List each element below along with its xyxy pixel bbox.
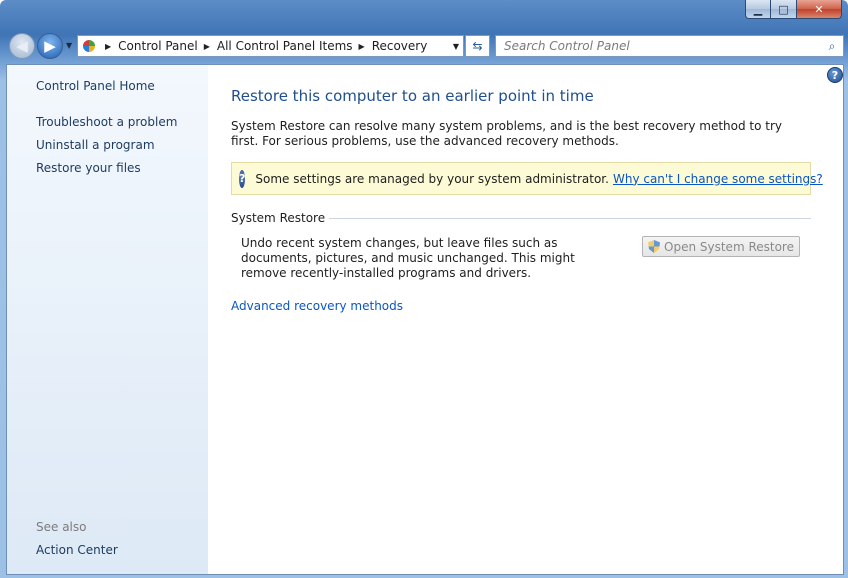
caption-buttons: ▁ □ ✕ xyxy=(745,0,842,19)
page-title: Restore this computer to an earlier poin… xyxy=(231,87,594,105)
arrow-left-icon: ◀ xyxy=(16,37,28,55)
section-header: System Restore xyxy=(231,211,811,225)
minimize-button[interactable]: ▁ xyxy=(745,0,771,19)
shield-icon xyxy=(648,240,661,253)
sidebar-item-restore-files[interactable]: Restore your files xyxy=(36,161,141,175)
info-icon: ? xyxy=(239,169,246,188)
breadcrumb-recovery[interactable]: Recovery xyxy=(372,39,428,53)
search-icon[interactable]: ⌕ xyxy=(821,39,843,54)
open-system-restore-button[interactable]: Open System Restore xyxy=(642,236,800,257)
navigation-bar: ◀ ▶ ▼ ▶ Control Panel ▶ All Control Pane… xyxy=(0,30,848,62)
window: ▁ □ ✕ ◀ ▶ ▼ ▶ Control Panel ▶ All Contro… xyxy=(0,0,848,578)
sidebar-item-troubleshoot[interactable]: Troubleshoot a problem xyxy=(36,115,177,129)
search-box: ⌕ xyxy=(495,35,844,57)
refresh-button[interactable]: ⇆ xyxy=(465,35,490,57)
refresh-icon: ⇆ xyxy=(472,39,483,53)
recent-pages-dropdown[interactable]: ▼ xyxy=(66,41,72,50)
content-frame: Control Panel Home Troubleshoot a proble… xyxy=(6,64,844,575)
breadcrumb-separator[interactable]: ▶ xyxy=(105,42,111,51)
breadcrumb-control-panel[interactable]: Control Panel xyxy=(118,39,198,53)
system-restore-description: Undo recent system changes, but leave fi… xyxy=(241,236,575,280)
sidebar-item-action-center[interactable]: Action Center xyxy=(36,543,118,557)
help-icon[interactable]: ? xyxy=(827,67,843,83)
address-bar[interactable]: ▶ Control Panel ▶ All Control Panel Item… xyxy=(77,35,464,57)
sidebar-item-home[interactable]: Control Panel Home xyxy=(36,79,155,93)
open-system-restore-label: Open System Restore xyxy=(664,239,794,254)
breadcrumb-separator[interactable]: ▶ xyxy=(359,42,365,51)
arrow-right-icon: ▶ xyxy=(44,37,56,55)
maximize-button[interactable]: □ xyxy=(771,0,797,19)
breadcrumb-all-items[interactable]: All Control Panel Items xyxy=(217,39,353,53)
page-description: System Restore can resolve many system p… xyxy=(231,119,783,148)
search-input[interactable] xyxy=(496,36,821,56)
info-link[interactable]: Why can't I change some settings? xyxy=(613,172,823,186)
section-divider xyxy=(329,217,811,219)
control-panel-icon xyxy=(81,38,99,54)
back-button[interactable]: ◀ xyxy=(9,33,35,59)
address-dropdown-icon[interactable]: ▼ xyxy=(453,42,459,51)
info-text: Some settings are managed by your system… xyxy=(255,171,609,186)
section-title: System Restore xyxy=(231,211,326,225)
sidebar-item-uninstall[interactable]: Uninstall a program xyxy=(36,138,155,152)
close-button[interactable]: ✕ xyxy=(797,0,842,19)
info-bar: ? Some settings are managed by your syst… xyxy=(231,162,823,195)
forward-button[interactable]: ▶ xyxy=(37,33,63,59)
sidebar: Control Panel Home Troubleshoot a proble… xyxy=(7,65,208,574)
breadcrumb-separator[interactable]: ▶ xyxy=(204,42,210,51)
see-also-label: See also xyxy=(36,520,87,534)
advanced-recovery-link[interactable]: Advanced recovery methods xyxy=(231,299,403,313)
